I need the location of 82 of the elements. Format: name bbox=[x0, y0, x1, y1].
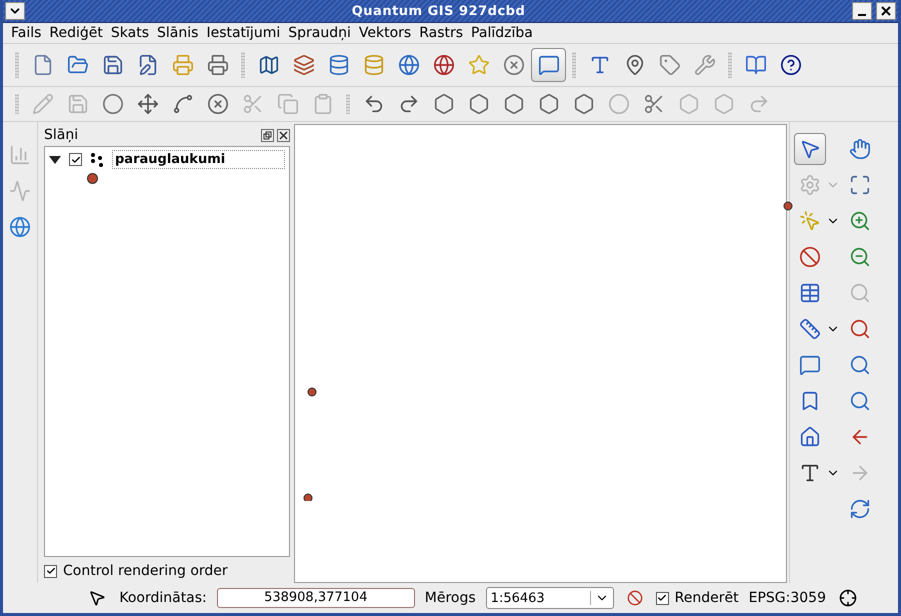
layer-name[interactable]: parauglaukumi bbox=[112, 150, 285, 169]
point-layer-icon bbox=[90, 152, 104, 166]
toolbar-button[interactable] bbox=[531, 48, 566, 82]
deselect-icon bbox=[799, 246, 821, 268]
tag-icon bbox=[658, 54, 680, 76]
table-icon bbox=[799, 282, 821, 304]
gear-icon bbox=[799, 174, 821, 196]
menu-item[interactable]: Spraudņi bbox=[284, 25, 355, 41]
render-checkbox[interactable]: Renderēt bbox=[656, 590, 739, 606]
menu-item[interactable]: Rediģēt bbox=[45, 25, 107, 41]
crs-label: EPSG:3059 bbox=[748, 590, 826, 606]
speech-bubble-icon bbox=[799, 354, 821, 376]
magnifier-icon bbox=[849, 282, 871, 304]
ruler-icon bbox=[799, 318, 821, 340]
move-icon bbox=[136, 93, 158, 115]
menu-item[interactable]: Skats bbox=[106, 25, 154, 41]
polygon-icon bbox=[432, 93, 454, 115]
expander-icon[interactable] bbox=[49, 156, 61, 164]
check-icon bbox=[46, 566, 56, 576]
polygon-icon bbox=[678, 93, 700, 115]
scale-label: Mērogs bbox=[424, 590, 476, 606]
menu-item[interactable]: Rastrs bbox=[415, 25, 468, 41]
home-icon bbox=[799, 426, 821, 448]
book-icon bbox=[744, 54, 766, 76]
copy-icon bbox=[276, 93, 298, 115]
speech-bubble-icon bbox=[538, 54, 560, 76]
magnifier-icon bbox=[849, 354, 871, 376]
polygon-icon bbox=[468, 93, 490, 115]
close-button[interactable] bbox=[876, 2, 896, 20]
coordinates-field[interactable]: 538908,377104 bbox=[216, 588, 415, 608]
check-icon bbox=[657, 593, 668, 603]
minimize-button[interactable] bbox=[852, 2, 872, 20]
float-icon bbox=[263, 130, 272, 140]
pencil-icon bbox=[32, 93, 54, 115]
remove-icon bbox=[502, 54, 524, 76]
folder-icon bbox=[66, 54, 88, 76]
curve-icon bbox=[9, 180, 31, 202]
window-title: Quantum GIS 927dcbd bbox=[350, 4, 526, 18]
refresh-icon bbox=[849, 498, 871, 520]
delete-icon bbox=[206, 93, 228, 115]
coordinates-label: Koordinātas: bbox=[119, 590, 207, 606]
hand-icon bbox=[849, 138, 871, 160]
star-icon bbox=[468, 54, 490, 76]
minimize-icon bbox=[858, 14, 866, 16]
close-icon bbox=[279, 130, 288, 140]
menu-item[interactable]: Palīdzība bbox=[467, 25, 537, 41]
polygon-icon bbox=[712, 93, 734, 115]
magnifier-icon bbox=[849, 390, 871, 412]
histogram-icon bbox=[9, 144, 31, 166]
stop-icon bbox=[626, 590, 643, 606]
zoom-in-icon bbox=[849, 210, 871, 232]
text-icon bbox=[799, 462, 821, 484]
node-icon bbox=[172, 93, 194, 115]
globe-icon bbox=[9, 216, 31, 238]
printer-icon bbox=[172, 54, 194, 76]
panel-title: Slāņi bbox=[44, 127, 80, 143]
identify-icon bbox=[799, 138, 821, 160]
polygon-icon bbox=[502, 93, 524, 115]
scissors-icon bbox=[642, 93, 664, 115]
help-icon bbox=[780, 54, 802, 76]
close-icon bbox=[881, 6, 891, 16]
check-icon bbox=[70, 154, 80, 164]
polygon-icon bbox=[538, 93, 560, 115]
toolbar-button[interactable] bbox=[794, 133, 826, 165]
printer-icon bbox=[206, 54, 228, 76]
control-order-checkbox[interactable]: Control rendering order bbox=[44, 563, 290, 579]
magnifier-icon bbox=[849, 318, 871, 340]
layer-checkbox[interactable] bbox=[69, 153, 82, 166]
polygon-icon bbox=[572, 93, 594, 115]
scissors-icon bbox=[242, 93, 264, 115]
close-button[interactable] bbox=[277, 128, 290, 142]
zoom-out-icon bbox=[849, 246, 871, 268]
menu-item[interactable]: Iestatījumi bbox=[202, 25, 284, 41]
wrench-icon bbox=[694, 54, 716, 76]
scale-dropdown[interactable]: 1:56463 bbox=[486, 587, 614, 609]
menu-item[interactable]: Vektors bbox=[354, 25, 416, 41]
float-button[interactable] bbox=[261, 128, 274, 142]
window-menu-button[interactable] bbox=[5, 2, 25, 20]
menu-item[interactable]: Slānis bbox=[153, 25, 202, 41]
crosshair-icon bbox=[839, 589, 857, 607]
menu-item[interactable]: Fails bbox=[7, 25, 46, 41]
select-icon bbox=[799, 210, 821, 232]
